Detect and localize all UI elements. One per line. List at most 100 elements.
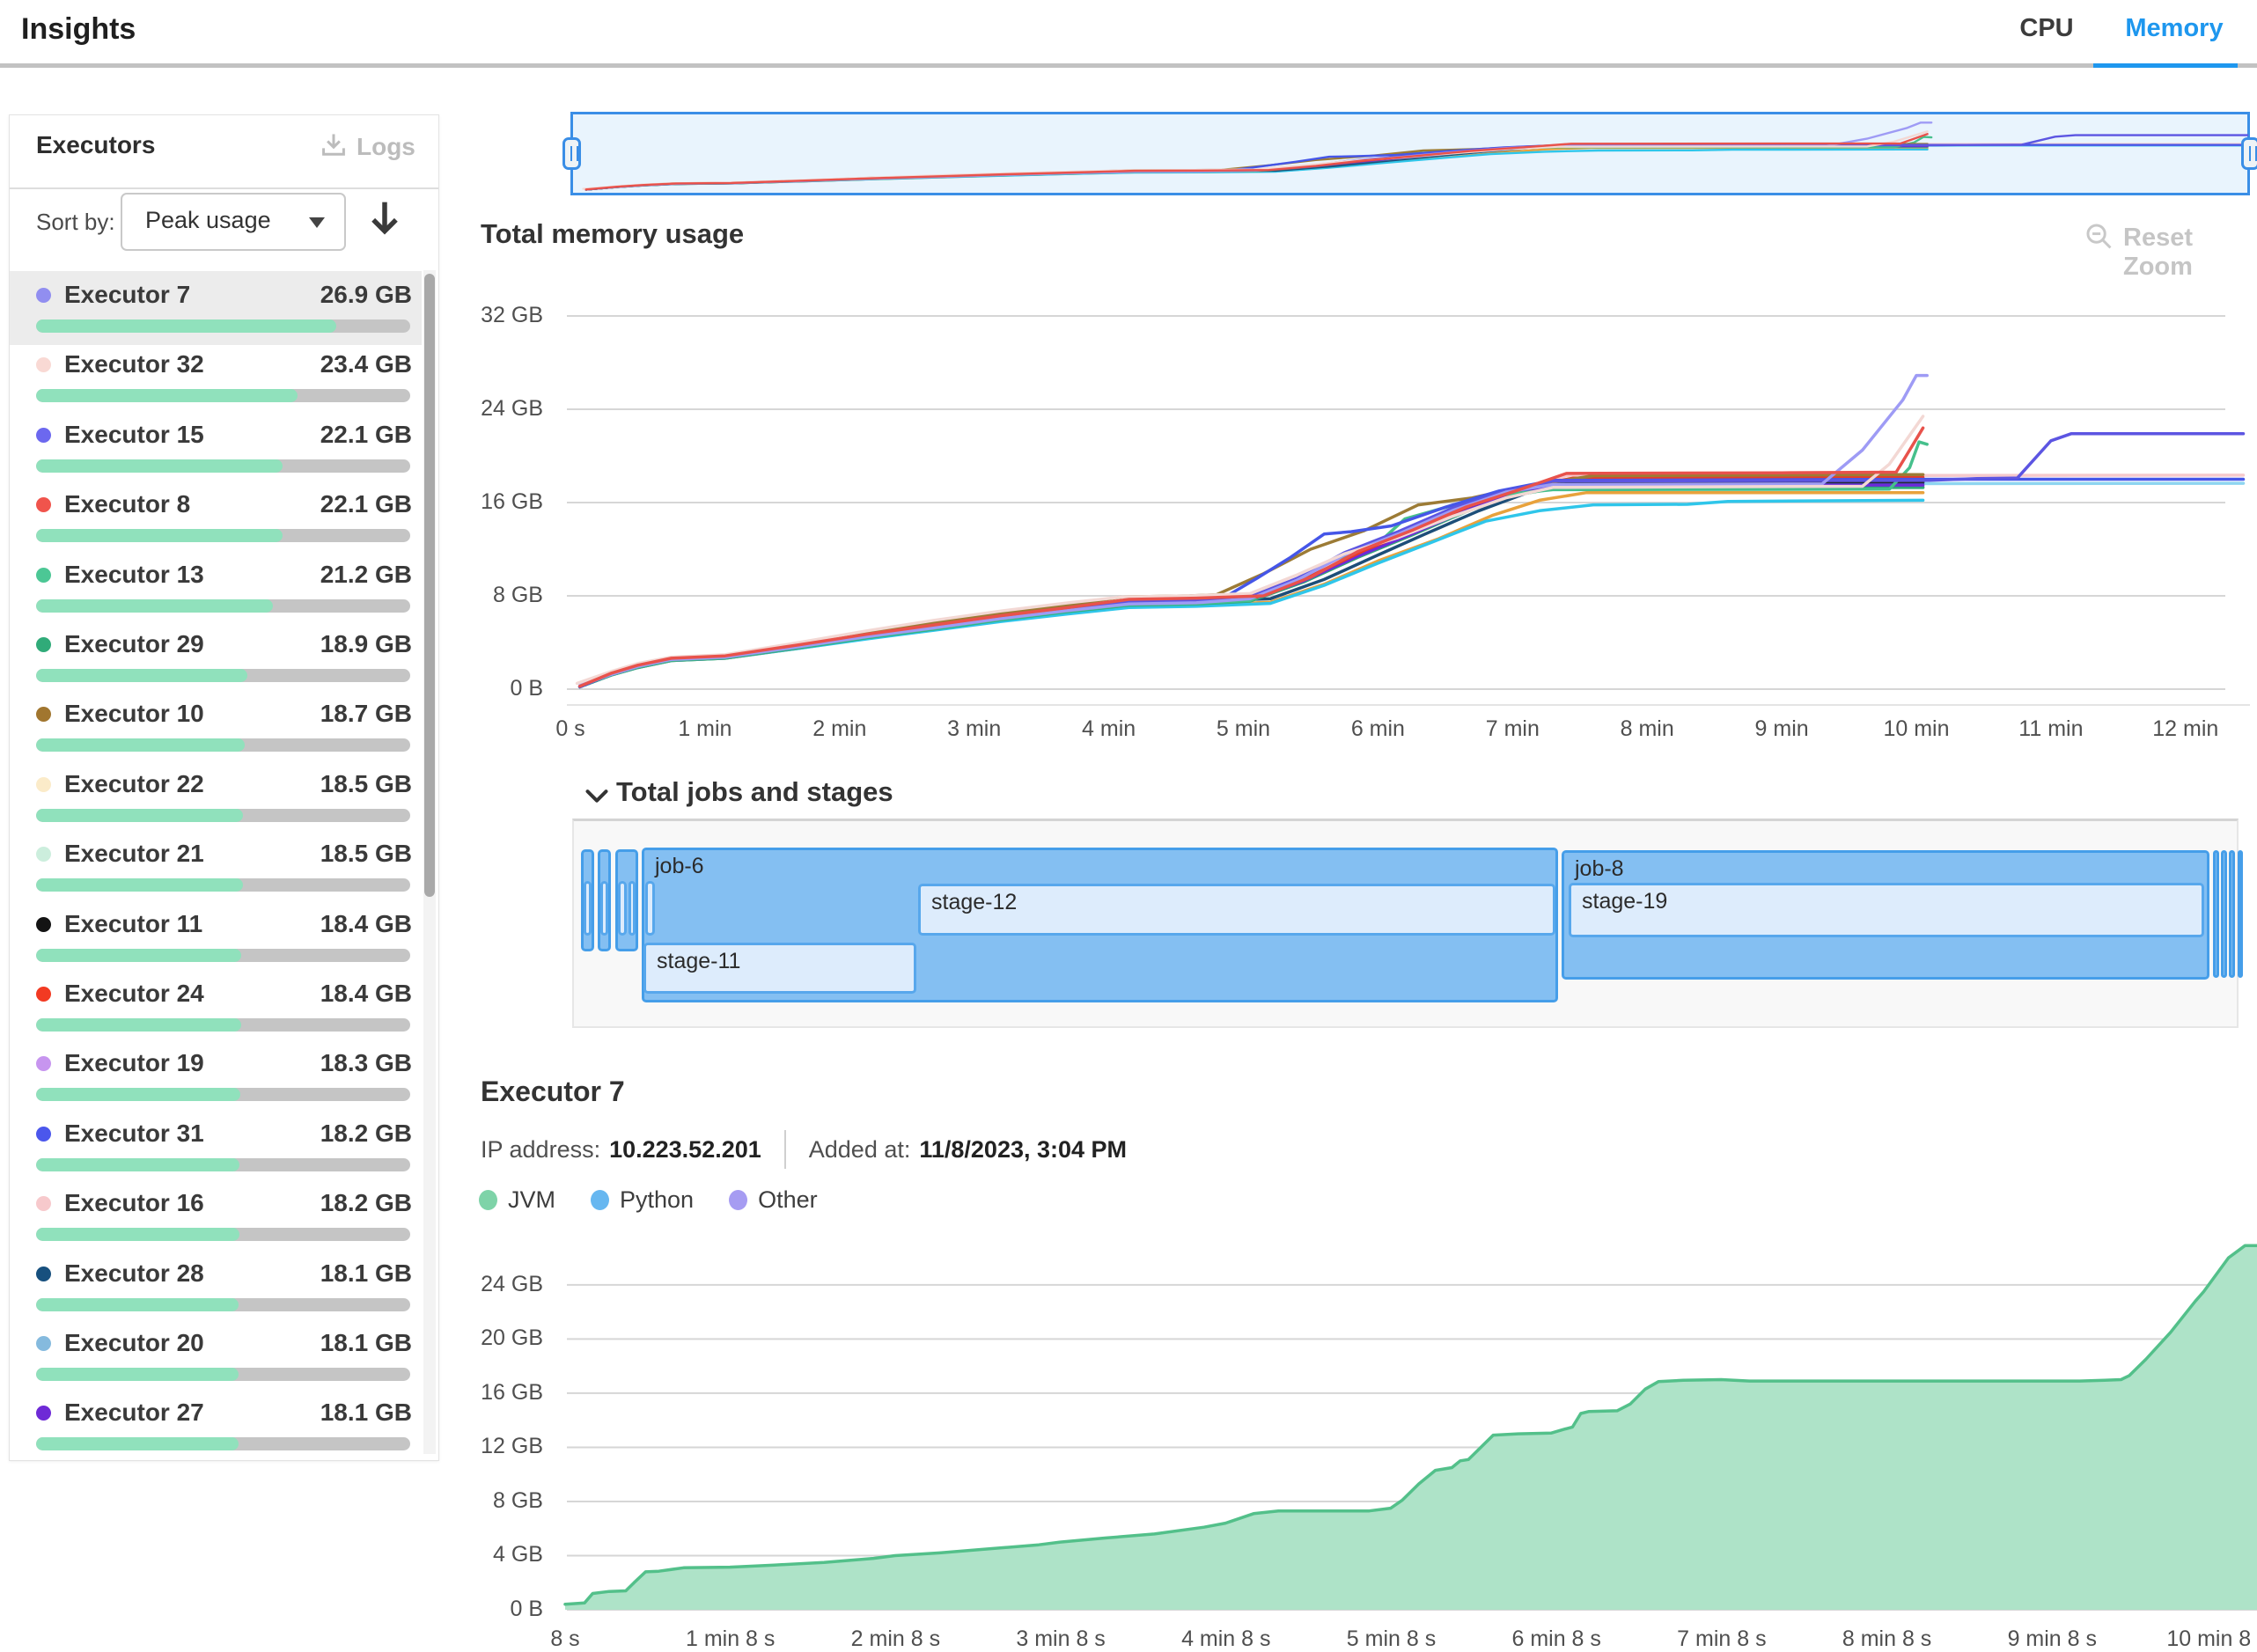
stage-bar[interactable] — [584, 881, 592, 936]
executor-list-item[interactable]: Executor 8 22.1 GB — [10, 488, 438, 558]
executor-color-dot — [36, 1336, 51, 1351]
axis-tick-label: 20 GB — [445, 1325, 543, 1351]
executor-usage-bar-fill — [36, 949, 241, 962]
executor-usage-bar-fill — [36, 319, 336, 333]
executor-list: Executor 7 26.9 GB Executor 32 23.4 GB E… — [10, 270, 438, 1460]
stage-bar[interactable] — [618, 881, 627, 936]
added-label: Added at: — [809, 1136, 911, 1164]
stage-19-bar[interactable]: stage-19 — [1569, 883, 2204, 937]
executor-memory-chart[interactable] — [553, 1228, 2257, 1628]
job-bar[interactable] — [2229, 850, 2235, 978]
executor-meta-row: IP address: 10.223.52.201 Added at: 11/8… — [481, 1130, 1127, 1169]
legend-item-other[interactable]: Other — [729, 1186, 818, 1214]
executor-peak-value: 18.1 GB — [320, 1329, 412, 1357]
executor-list-item[interactable]: Executor 13 21.2 GB — [10, 559, 438, 628]
jobs-stages-timeline: job-6stage-12stage-11job-8stage-19 — [572, 819, 2239, 1028]
executor-list-item[interactable]: Executor 11 18.4 GB — [10, 908, 438, 978]
stage-bar[interactable] — [645, 881, 655, 936]
sort-by-label: Sort by: — [36, 209, 115, 236]
executor-peak-value: 22.1 GB — [320, 421, 412, 449]
executor-peak-value: 22.1 GB — [320, 490, 412, 518]
executor-list-item[interactable]: Executor 32 23.4 GB — [10, 349, 438, 418]
executor-peak-value: 26.9 GB — [320, 281, 412, 309]
brush-handle-right[interactable] — [2241, 137, 2257, 170]
job-bar[interactable] — [2238, 850, 2243, 978]
axis-tick-label: 3 min 8 s — [973, 1626, 1149, 1652]
stage-11-bar[interactable]: stage-11 — [643, 943, 916, 994]
axis-tick-label: 8 GB — [445, 1488, 543, 1514]
stage-bar[interactable] — [600, 881, 608, 936]
overview-series — [586, 134, 1928, 189]
series-executor-8 — [580, 428, 1923, 686]
executor-usage-bar — [36, 1437, 410, 1450]
executor-color-dot — [36, 847, 51, 862]
scrollbar-thumb[interactable] — [424, 274, 435, 897]
executor-list-item[interactable]: Executor 10 18.7 GB — [10, 698, 438, 767]
executor-usage-bar-fill — [36, 738, 245, 752]
axis-tick-label: 16 GB — [445, 1380, 543, 1406]
axis-tick-label: 0 B — [445, 1597, 543, 1622]
executor-list-item[interactable]: Executor 15 22.1 GB — [10, 419, 438, 488]
zoom-brush-overview[interactable] — [570, 112, 2250, 195]
ip-value: 10.223.52.201 — [609, 1136, 761, 1164]
executor-usage-bar — [36, 389, 410, 402]
executor-list-item[interactable]: Executor 27 18.1 GB — [10, 1397, 438, 1466]
series-executor-28 — [580, 483, 1923, 687]
memory-type-legend: JVM Python Other — [479, 1186, 853, 1214]
series-executor-31 — [580, 480, 2244, 687]
stage-12-bar[interactable]: stage-12 — [918, 884, 1555, 936]
series-executor-7 — [580, 376, 1928, 686]
executor-color-dot — [36, 917, 51, 932]
legend-item-jvm[interactable]: JVM — [479, 1186, 555, 1214]
axis-tick-label: 8 s — [477, 1626, 653, 1652]
executor-list-item[interactable]: Executor 21 18.5 GB — [10, 838, 438, 907]
series-executor-26 — [580, 483, 2244, 686]
executor-name: Executor 32 — [64, 350, 204, 378]
executor-name: Executor 16 — [64, 1189, 204, 1217]
executor-usage-bar-fill — [36, 669, 247, 682]
sort-select-value: Peak usage — [145, 207, 271, 234]
sort-direction-button[interactable] — [365, 196, 411, 246]
logs-button[interactable]: Logs — [320, 131, 425, 166]
legend-label: JVM — [508, 1186, 555, 1214]
executor-list-item[interactable]: Executor 16 18.2 GB — [10, 1187, 438, 1257]
executor-list-item[interactable]: Executor 31 18.2 GB — [10, 1118, 438, 1187]
series-executor-22 — [580, 493, 1923, 687]
executor-usage-bar — [36, 1368, 410, 1381]
reset-zoom-button[interactable]: Reset Zoom — [2084, 222, 2257, 257]
job-bar[interactable] — [2221, 850, 2227, 978]
executor-list-item[interactable]: Executor 28 18.1 GB — [10, 1258, 438, 1327]
total-memory-chart[interactable] — [553, 304, 2252, 726]
axis-tick-label: 6 min 8 s — [1468, 1626, 1644, 1652]
executors-panel-title: Executors — [36, 131, 155, 159]
tab-cpu[interactable]: CPU — [2007, 14, 2086, 43]
executor-list-item[interactable]: Executor 24 18.4 GB — [10, 978, 438, 1047]
executor-color-dot — [36, 1196, 51, 1211]
executor-list-item[interactable]: Executor 29 18.9 GB — [10, 628, 438, 698]
executor-name: Executor 31 — [64, 1120, 204, 1148]
tab-memory[interactable]: Memory — [2104, 14, 2245, 43]
brush-handle-left[interactable] — [562, 137, 581, 170]
ip-label: IP address: — [481, 1136, 600, 1164]
axis-tick-label: 7 min 8 s — [1634, 1626, 1810, 1652]
overview-series — [586, 122, 1932, 189]
job-bar[interactable] — [2213, 850, 2219, 978]
reset-zoom-label: Reset Zoom — [2123, 224, 2257, 282]
sort-select[interactable]: Peak usage — [121, 193, 346, 251]
active-tab-indicator — [2093, 63, 2238, 68]
axis-tick-label: 0 B — [445, 676, 543, 701]
executor-list-item[interactable]: Executor 20 18.1 GB — [10, 1327, 438, 1397]
executor-name: Executor 7 — [64, 281, 190, 309]
executor-usage-bar-fill — [36, 878, 243, 892]
executor-list-item[interactable]: Executor 7 26.9 GB — [10, 279, 438, 349]
legend-item-python[interactable]: Python — [591, 1186, 694, 1214]
executor-list-item[interactable]: Executor 19 18.3 GB — [10, 1047, 438, 1117]
legend-label: Other — [758, 1186, 818, 1214]
executor-list-item[interactable]: Executor 22 18.5 GB — [10, 768, 438, 838]
executor-color-dot — [36, 1406, 51, 1421]
executor-color-dot — [36, 1127, 51, 1142]
stage-bar[interactable] — [629, 881, 636, 936]
executor-color-dot — [36, 497, 51, 512]
axis-tick-label: 9 min 8 s — [1964, 1626, 2140, 1652]
executor-peak-value: 18.1 GB — [320, 1259, 412, 1288]
